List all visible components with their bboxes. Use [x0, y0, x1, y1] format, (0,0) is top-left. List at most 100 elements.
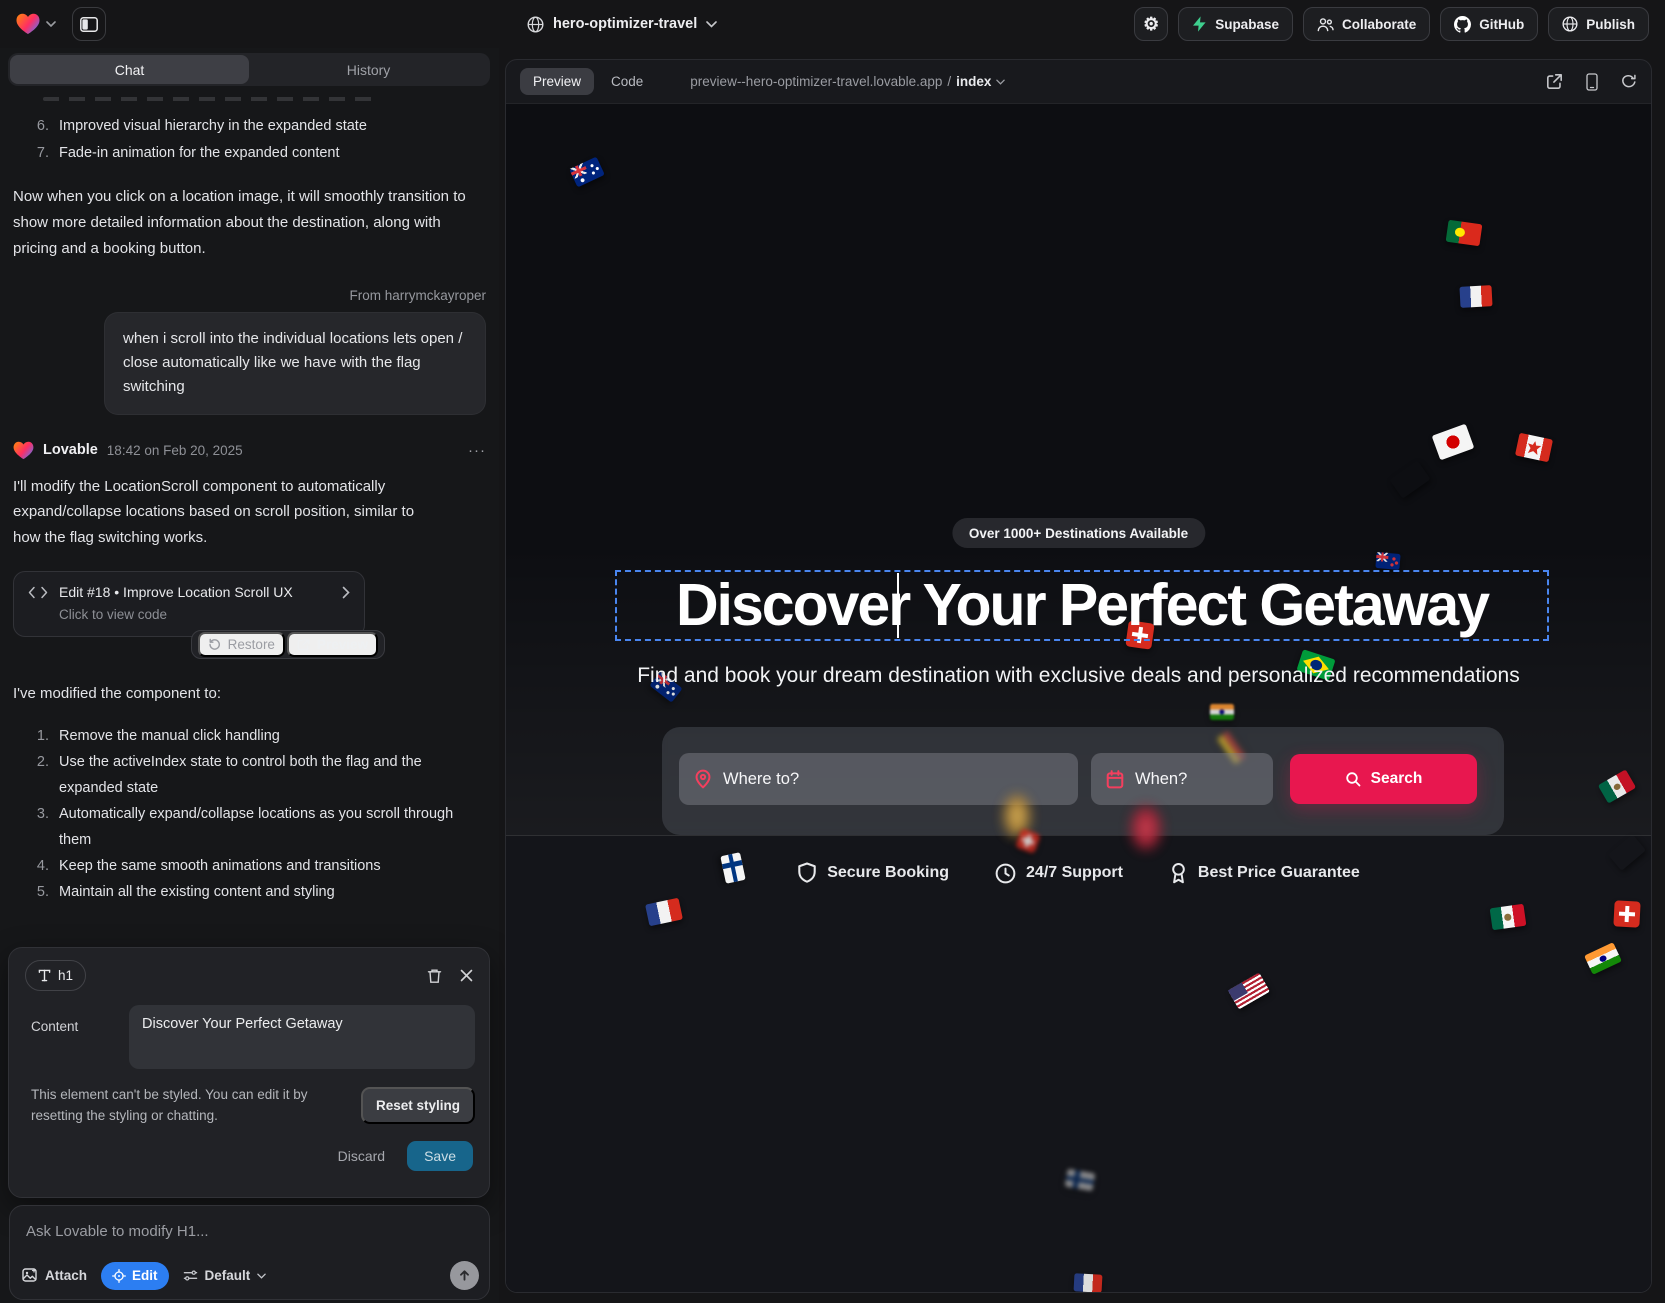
- search-button[interactable]: Search: [1290, 754, 1477, 804]
- h1-selection-box[interactable]: Discover Your Perfect Getaway: [615, 570, 1549, 641]
- chat-sidebar: Chat History 6.Improved visual hierarchy…: [0, 48, 499, 1303]
- delete-element-button[interactable]: [427, 968, 442, 984]
- tab-code[interactable]: Code: [598, 68, 656, 95]
- lovable-heart-icon: [16, 13, 40, 35]
- save-button[interactable]: Save: [407, 1141, 473, 1171]
- hero-subtitle: Find and book your dream destination wit…: [506, 664, 1651, 688]
- styling-note: This element can't be styled. You can ed…: [31, 1084, 347, 1127]
- gear-icon: ⚙: [1143, 15, 1159, 33]
- url-separator: /: [947, 74, 951, 89]
- search-panel: Where to? When? Search: [662, 727, 1504, 835]
- when-input[interactable]: When?: [1091, 753, 1273, 805]
- flag-france: [1074, 1273, 1103, 1292]
- assistant-list-main: 1.Remove the manual click handling 2.Use…: [13, 723, 486, 906]
- sliders-icon: [183, 1269, 198, 1282]
- feature-label: 24/7 Support: [1026, 864, 1123, 882]
- image-icon: [22, 1268, 38, 1283]
- element-tag-label: h1: [58, 968, 73, 983]
- supabase-icon: [1192, 16, 1207, 32]
- feature-label: Secure Booking: [827, 864, 949, 882]
- target-icon: [112, 1269, 126, 1283]
- flag-switzerland: [1613, 900, 1640, 927]
- tab-chat[interactable]: Chat: [10, 55, 249, 84]
- lovable-logo-menu[interactable]: [16, 13, 56, 35]
- edit-mode-label: Edit: [132, 1268, 158, 1283]
- publish-label: Publish: [1586, 17, 1635, 32]
- list-item: 2.Use the activeIndex state to control b…: [13, 749, 443, 801]
- edit-version-card[interactable]: Edit #18 • Improve Location Scroll UX Cl…: [13, 571, 365, 637]
- flag-southafrica: [1389, 460, 1430, 498]
- publish-button[interactable]: Publish: [1548, 7, 1649, 41]
- feature-secure-booking: Secure Booking: [797, 862, 949, 884]
- supabase-button[interactable]: Supabase: [1178, 7, 1293, 41]
- search-icon: [1345, 771, 1361, 787]
- refresh-button[interactable]: [1621, 74, 1637, 90]
- list-item: 4.Keep the same smooth animations and tr…: [13, 853, 486, 879]
- github-button[interactable]: GitHub: [1440, 7, 1538, 41]
- message-menu-button[interactable]: ···: [468, 442, 486, 459]
- flag-france: [1459, 285, 1492, 308]
- edit-card-subtitle: Click to view code: [59, 607, 350, 622]
- project-selector[interactable]: hero-optimizer-travel: [527, 0, 717, 48]
- tab-history[interactable]: History: [249, 55, 488, 84]
- discard-button[interactable]: Discard: [338, 1148, 385, 1164]
- flag-canada: [1515, 433, 1553, 463]
- chat-messages[interactable]: 6.Improved visual hierarchy in the expan…: [0, 90, 499, 947]
- assistant-paragraph: I'll modify the LocationScroll component…: [13, 474, 423, 551]
- preview-version-button[interactable]: Preview: [287, 632, 378, 657]
- attach-button[interactable]: Attach: [22, 1268, 87, 1283]
- chevron-down-icon: [706, 21, 717, 28]
- message-timestamp: 18:42 on Feb 20, 2025: [107, 443, 243, 458]
- chevron-down-icon: [46, 21, 56, 27]
- edit-mode-button[interactable]: Edit: [101, 1262, 169, 1290]
- feature-label: Best Price Guarantee: [1198, 864, 1360, 882]
- code-icon: [28, 586, 48, 599]
- globe-icon: [1562, 16, 1578, 32]
- mobile-view-button[interactable]: [1586, 73, 1598, 91]
- clipped-message-line: [43, 97, 373, 101]
- settings-button[interactable]: ⚙: [1134, 7, 1168, 41]
- when-placeholder: When?: [1135, 770, 1187, 789]
- restore-preview-pill: Restore Preview: [191, 630, 385, 659]
- hero-title: Discover Your Perfect Getaway: [676, 576, 1488, 635]
- close-icon: [460, 969, 473, 982]
- where-placeholder: Where to?: [723, 770, 799, 789]
- element-tag-badge[interactable]: h1: [25, 960, 86, 991]
- open-in-new-tab-button[interactable]: [1546, 73, 1563, 90]
- restore-label: Restore: [228, 637, 275, 652]
- lovable-app: hero-optimizer-travel ⚙ Supabase: [0, 0, 1665, 1303]
- composer-input[interactable]: Ask Lovable to modify H1...: [10, 1206, 489, 1240]
- shield-icon: [797, 862, 817, 884]
- github-label: GitHub: [1479, 17, 1524, 32]
- project-name: hero-optimizer-travel: [553, 16, 697, 32]
- content-textarea[interactable]: Discover Your Perfect Getaway: [129, 1005, 475, 1069]
- collaborate-button[interactable]: Collaborate: [1303, 7, 1430, 41]
- flag-mexico: [1490, 904, 1527, 931]
- clock-icon: [995, 863, 1016, 884]
- users-icon: [1317, 17, 1334, 32]
- feature-support: 24/7 Support: [995, 862, 1123, 884]
- close-editor-button[interactable]: [460, 969, 473, 982]
- mode-label: Default: [205, 1268, 251, 1283]
- chat-composer: Ask Lovable to modify H1... Attach Edit: [9, 1205, 490, 1300]
- section-divider: [506, 835, 1651, 836]
- trash-icon: [427, 968, 442, 984]
- restore-button[interactable]: Restore: [198, 632, 285, 657]
- chevron-right-icon: [342, 586, 350, 599]
- sidebar-toggle-button[interactable]: [72, 7, 106, 41]
- mode-selector[interactable]: Default: [183, 1268, 267, 1283]
- chevron-down-icon: [257, 1273, 266, 1279]
- reset-styling-button[interactable]: Reset styling: [361, 1087, 475, 1124]
- external-link-icon: [297, 638, 310, 651]
- tab-preview[interactable]: Preview: [520, 68, 594, 95]
- text-caret: [897, 573, 899, 638]
- supabase-label: Supabase: [1215, 17, 1279, 32]
- assistant-paragraph: I've modified the component to:: [13, 681, 486, 707]
- send-button[interactable]: [450, 1261, 479, 1290]
- flag-india: [1210, 704, 1234, 720]
- destinations-badge: Over 1000+ Destinations Available: [952, 518, 1205, 548]
- url-page: index: [956, 74, 991, 89]
- type-icon: [38, 969, 51, 982]
- preview-url[interactable]: preview--hero-optimizer-travel.lovable.a…: [690, 74, 1005, 89]
- flag-japan: [1432, 424, 1475, 461]
